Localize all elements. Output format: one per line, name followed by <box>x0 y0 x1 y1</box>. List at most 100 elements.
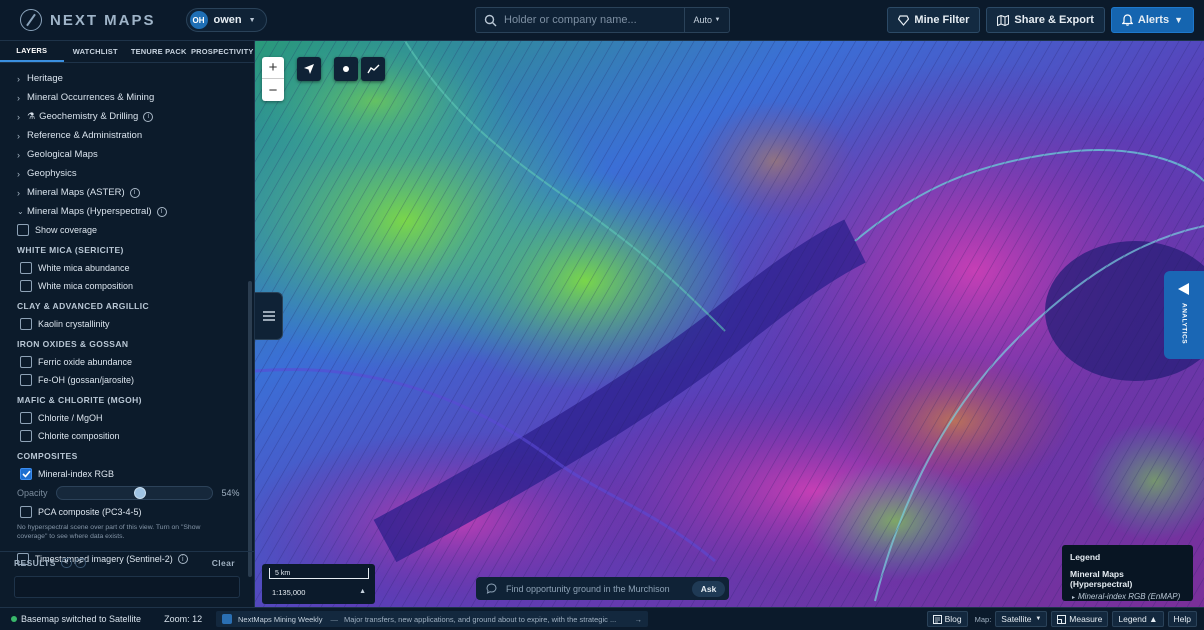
layer-mineral-index-rgb[interactable]: Mineral-index RGB <box>0 465 248 483</box>
layer-group-label: Geological Maps <box>27 149 98 160</box>
layer-group-reference[interactable]: › Reference & Administration <box>0 126 248 145</box>
help-button[interactable]: Help <box>1167 611 1197 627</box>
zoom-in-button[interactable]: + <box>262 57 284 79</box>
logo[interactable]: NEXT MAPS <box>20 9 156 31</box>
opacity-slider[interactable] <box>55 486 213 500</box>
news-ticker[interactable]: NextMaps Mining Weekly — Major transfers… <box>216 611 648 627</box>
mine-filter-button[interactable]: Mine Filter <box>887 7 981 33</box>
legend-layer-name: Mineral Maps (Hyperspectral) <box>1070 569 1133 589</box>
ask-input[interactable]: Find opportunity ground in the Murchison <box>506 584 692 594</box>
tab-tenure-pack[interactable]: TENURE PACK <box>127 41 191 62</box>
status-bar-controls: Blog Map: Satellite ▼ Measure Legend ▲ H… <box>926 611 1197 627</box>
section-iron: IRON OXIDES & GOSSAN <box>17 339 129 349</box>
layer-group-aster[interactable]: › Mineral Maps (ASTER) i <box>0 183 248 202</box>
chevron-down-icon: ▼ <box>714 17 721 23</box>
tab-watchlist[interactable]: WATCHLIST <box>64 41 128 62</box>
layer-ferric-oxide[interactable]: Ferric oxide abundance <box>0 353 248 371</box>
chevron-right-icon: › <box>17 168 20 179</box>
ask-button[interactable]: Ask <box>692 580 725 597</box>
layer-group-geophysics[interactable]: › Geophysics <box>0 164 248 183</box>
locate-button[interactable] <box>297 57 321 81</box>
search-mode-value: Auto <box>693 15 713 25</box>
hamburger-icon <box>262 311 275 321</box>
scale-control[interactable]: 5 km 1:135,000 ▲ <box>262 564 375 604</box>
map-style-value: Satellite <box>1001 614 1032 624</box>
share-export-label: Share & Export <box>1014 14 1094 26</box>
show-coverage-toggle[interactable]: Show coverage <box>0 221 248 239</box>
layer-fe-oh[interactable]: Fe-OH (gossan/jarosite) <box>0 371 248 389</box>
news-separator: — <box>330 614 338 624</box>
map-style-select[interactable]: Satellite ▼ <box>995 611 1048 627</box>
layer-white-mica-composition[interactable]: White mica composition <box>0 277 248 295</box>
layer-group-heritage[interactable]: › Heritage <box>0 69 248 88</box>
blog-button[interactable]: Blog <box>926 611 968 627</box>
results-prev-button[interactable]: < <box>60 558 72 568</box>
checkbox[interactable] <box>20 374 32 386</box>
slider-handle[interactable] <box>133 487 146 499</box>
layer-chlorite-mgoh[interactable]: Chlorite / MgOH <box>0 409 248 427</box>
layer-group-label: Mineral Occurrences & Mining <box>27 92 155 103</box>
layer-group-label: Heritage <box>27 73 63 84</box>
results-clear-button[interactable]: Clear <box>212 558 235 568</box>
alerts-button[interactable]: Alerts ▼ <box>1110 7 1194 33</box>
legend-item[interactable]: ▸ Mineral-index RGB (EnMAP) <box>1070 592 1185 601</box>
checkbox[interactable] <box>20 262 32 274</box>
checkbox[interactable] <box>17 224 29 236</box>
chevron-down-icon: ⌄ <box>17 207 24 216</box>
chevron-right-icon: › <box>17 92 20 103</box>
zoom-level: Zoom: 12 <box>164 614 203 624</box>
show-coverage-label: Show coverage <box>35 225 98 235</box>
flask-icon: ⚗ <box>27 111 36 121</box>
opacity-label: Opacity <box>17 488 48 498</box>
layer-pca-composite[interactable]: PCA composite (PC3-4-5) <box>0 503 248 521</box>
search-input[interactable] <box>504 14 684 26</box>
search-icon <box>476 14 504 27</box>
point-icon <box>343 66 349 72</box>
layer-kaolin[interactable]: Kaolin crystallinity <box>0 315 248 333</box>
checkbox[interactable] <box>20 430 32 442</box>
map-canvas[interactable]: + − ANALYTICS 5 km 1:135,000 ▲ Find oppo… <box>255 41 1204 607</box>
top-actions: Mine Filter Share & Export Alerts ▼ <box>887 7 1194 33</box>
triangle-left-icon <box>1178 283 1189 295</box>
newsletter-logo-icon <box>222 614 232 624</box>
user-menu-button[interactable]: OH owen ▼ <box>185 8 267 32</box>
layer-group-geological-maps[interactable]: › Geological Maps <box>0 145 248 164</box>
analytics-label: ANALYTICS <box>1180 303 1188 345</box>
zoom-out-button[interactable]: − <box>262 79 284 101</box>
analytics-panel-toggle[interactable]: ANALYTICS <box>1164 271 1204 359</box>
legend-toggle-button[interactable]: Legend ▲ <box>1112 611 1164 627</box>
info-icon[interactable]: i <box>143 111 154 122</box>
layer-group-mineral-occurrences[interactable]: › Mineral Occurrences & Mining <box>0 88 248 107</box>
checkbox[interactable] <box>20 412 32 424</box>
checkbox-checked[interactable] <box>20 468 32 480</box>
tab-prospectivity[interactable]: PROSPECTIVITY <box>191 41 255 62</box>
map-icon <box>997 14 1010 26</box>
checkbox[interactable] <box>20 356 32 368</box>
layer-white-mica-abundance[interactable]: White mica abundance <box>0 259 248 277</box>
checkbox[interactable] <box>20 318 32 330</box>
sidebar-toggle-button[interactable] <box>255 292 283 340</box>
draw-line-button[interactable] <box>361 57 385 81</box>
measure-button[interactable]: Measure <box>1051 611 1109 627</box>
section-mafic: MAFIC & CHLORITE (MGOH) <box>17 395 142 405</box>
layer-group-geochemistry[interactable]: › ⚗ Geochemistry & Drilling i <box>0 107 248 126</box>
info-icon[interactable]: i <box>156 206 167 217</box>
share-export-button[interactable]: Share & Export <box>986 7 1105 33</box>
map-style-label: Map: <box>974 614 992 624</box>
layer-label: Chlorite composition <box>38 431 120 441</box>
results-next-button[interactable]: > <box>74 558 86 568</box>
checkbox[interactable] <box>20 506 32 518</box>
sidebar-scrollbar[interactable] <box>248 281 252 577</box>
checkbox[interactable] <box>20 280 32 292</box>
chat-bubble-icon <box>476 583 506 594</box>
layer-chlorite-composition[interactable]: Chlorite composition <box>0 427 248 445</box>
sidebar-tabs: LAYERS WATCHLIST TENURE PACK PROSPECTIVI… <box>0 41 254 63</box>
layer-group-hyperspectral[interactable]: ⌄ Mineral Maps (Hyperspectral) i <box>0 202 248 221</box>
coverage-note: No hyperspectral scene over part of this… <box>17 524 201 540</box>
search-mode-select[interactable]: Auto ▼ <box>684 8 729 32</box>
tab-layers[interactable]: LAYERS <box>0 41 64 62</box>
draw-point-button[interactable] <box>334 57 358 81</box>
info-icon[interactable]: i <box>129 187 140 198</box>
search-bar: Auto ▼ <box>475 7 730 33</box>
diamond-icon <box>898 14 910 26</box>
